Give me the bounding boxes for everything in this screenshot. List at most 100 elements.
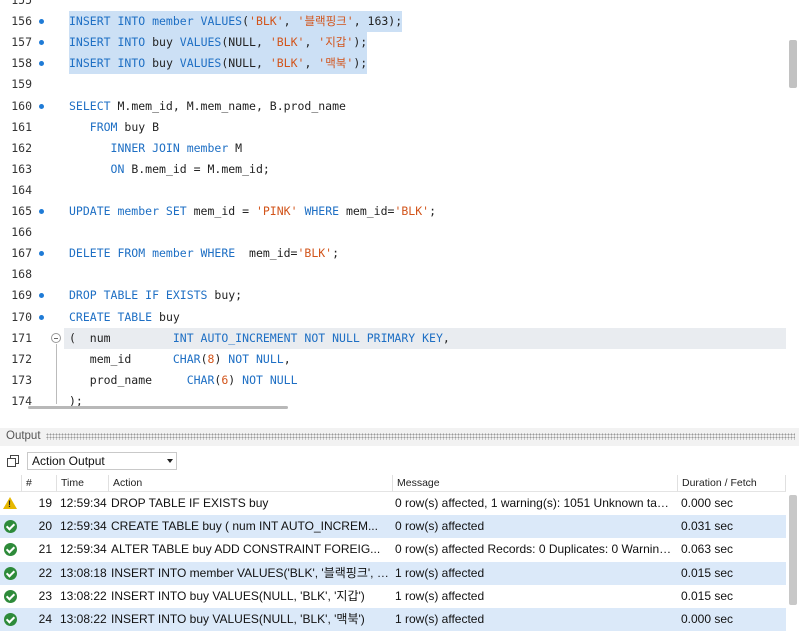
- output-panel-header: Output: [0, 428, 799, 446]
- sql-editor[interactable]: 155 156 INSERT INTO member VALUES('BLK', '…: [0, 0, 799, 410]
- line-number: 159: [11, 77, 32, 92]
- code-text: SELECT M.mem_id, M.mem_name, B.prod_name: [69, 96, 346, 117]
- table-row[interactable]: 20 12:59:34 CREATE TABLE buy ( num INT AUT…: [0, 515, 786, 539]
- sql-keyword: CHAR: [172, 351, 201, 366]
- code-text: FROM buy B: [69, 117, 159, 138]
- editor-scroll-thumb[interactable]: [789, 40, 797, 88]
- cell-action: DROP TABLE IF EXISTS buy: [111, 496, 269, 510]
- sql-keyword: INSERT INTO: [69, 56, 146, 71]
- editor-vertical-scrollbar[interactable]: [786, 0, 799, 410]
- code-line[interactable]: 169 DROP TABLE IF EXISTS buy;: [0, 285, 786, 306]
- statement-marker-icon[interactable]: [39, 209, 44, 214]
- code-line[interactable]: 167 DELETE FROM member WHERE mem_id='BLK'…: [0, 243, 786, 264]
- editor-horizontal-scrollbar[interactable]: [28, 406, 288, 409]
- table-row[interactable]: 24 13:08:22 INSERT INTO buy VALUES(NULL, '…: [0, 608, 786, 631]
- line-number: 164: [11, 182, 32, 197]
- output-resize-grip[interactable]: [46, 433, 795, 440]
- table-row[interactable]: 22 13:08:18 INSERT INTO member VALUES('BLK…: [0, 561, 786, 585]
- sql-text: ,: [283, 14, 298, 29]
- column-header-duration[interactable]: Duration / Fetch: [678, 475, 786, 492]
- column-header-time[interactable]: Time: [57, 475, 109, 492]
- cell-num: 21: [38, 542, 52, 557]
- line-number: 169: [11, 288, 32, 303]
- sql-text: buy: [152, 309, 180, 324]
- code-line[interactable]: 157 INSERT INTO buy VALUES(NULL, 'BLK', '…: [0, 32, 786, 54]
- sql-keyword: INT AUTO_INCREMENT NOT NULL PRIMARY KEY: [172, 330, 443, 345]
- sql-keyword: CHAR: [186, 372, 215, 387]
- code-line[interactable]: 160 SELECT M.mem_id, M.mem_name, B.prod_n…: [0, 96, 786, 117]
- sql-string: 'BLK': [297, 246, 333, 261]
- line-number: 161: [11, 119, 32, 134]
- success-check-icon: [4, 589, 17, 603]
- action-output-table: # Time Action Message Duration / Fetch 1…: [0, 475, 786, 638]
- fold-collapse-icon[interactable]: [51, 332, 61, 343]
- sql-text: ( num: [69, 330, 173, 345]
- output-type-dropdown[interactable]: Action Output: [27, 452, 177, 470]
- sql-keyword: CREATE TABLE: [69, 309, 153, 324]
- statement-marker-icon[interactable]: [39, 40, 44, 46]
- cell-time: 13:08:18: [60, 565, 107, 580]
- success-check-icon: [4, 543, 17, 557]
- code-line[interactable]: 172 mem_id CHAR(8) NOT NULL,: [0, 349, 786, 370]
- code-line[interactable]: 155: [0, 0, 786, 11]
- sql-text: mem_id=: [235, 246, 298, 261]
- sql-string: 'BLK': [269, 35, 305, 50]
- statement-marker-icon[interactable]: [39, 251, 44, 257]
- code-line[interactable]: 166: [0, 222, 786, 243]
- copy-icon[interactable]: [7, 455, 19, 467]
- output-vertical-scrollbar[interactable]: [786, 475, 799, 638]
- sql-keyword: ON: [110, 161, 125, 176]
- column-header-action[interactable]: Action: [109, 475, 393, 492]
- statement-marker-icon[interactable]: [39, 314, 44, 320]
- cell-time: 13:08:22: [60, 612, 107, 626]
- sql-text: ,: [283, 351, 291, 366]
- output-toolbar: Action Output: [0, 446, 799, 474]
- statement-marker-icon[interactable]: [39, 61, 44, 67]
- statement-marker-icon[interactable]: [39, 19, 44, 25]
- code-text: mem_id CHAR(8) NOT NULL,: [69, 349, 291, 370]
- sql-text: B.mem_id = M.mem_id;: [124, 161, 270, 176]
- line-number: 160: [11, 98, 32, 113]
- column-header-number[interactable]: #: [22, 475, 57, 492]
- table-row[interactable]: 19 12:59:34 DROP TABLE IF EXISTS buy 0 row(…: [0, 492, 786, 515]
- code-line[interactable]: 173 prod_name CHAR(6) NOT NULL: [0, 370, 786, 391]
- sql-text: ): [228, 372, 243, 387]
- cell-time: 12:59:34: [60, 496, 107, 510]
- sql-keyword: VALUES: [179, 35, 222, 50]
- sql-keyword: VALUES: [179, 56, 222, 71]
- sql-text: );: [353, 35, 368, 50]
- cell-duration: 0.000 sec: [681, 496, 734, 510]
- code-line[interactable]: 170 CREATE TABLE buy: [0, 307, 786, 328]
- sql-text: buy: [145, 56, 180, 71]
- table-row[interactable]: 23 13:08:22 INSERT INTO buy VALUES(NULL, '…: [0, 585, 786, 608]
- statement-marker-icon[interactable]: [39, 293, 44, 299]
- output-scroll-thumb[interactable]: [789, 495, 797, 605]
- cell-time: 12:59:34: [60, 542, 107, 557]
- output-type-dropdown-value: Action Output: [32, 454, 105, 468]
- cell-message: 1 row(s) affected: [395, 565, 485, 580]
- cell-action: ALTER TABLE buy ADD CONSTRAINT FOREIG...: [111, 542, 381, 557]
- code-line[interactable]: 159: [0, 74, 786, 95]
- code-line[interactable]: 158 INSERT INTO buy VALUES(NULL, 'BLK', '…: [0, 53, 786, 75]
- statement-marker-icon[interactable]: [39, 103, 44, 109]
- line-number: 157: [11, 35, 32, 50]
- cell-message: 0 row(s) affected, 1 warning(s): 1051 Un…: [395, 496, 675, 510]
- column-header-message[interactable]: Message: [393, 475, 678, 492]
- cell-num: 22: [38, 565, 52, 580]
- code-line[interactable]: 171 ( num INT AUTO_INCREMENT NOT NULL PRI…: [0, 327, 786, 404]
- code-line[interactable]: 156 INSERT INTO member VALUES('BLK', '블랙핑…: [0, 11, 786, 33]
- code-line[interactable]: 168: [0, 264, 786, 285]
- code-line[interactable]: 164: [0, 180, 786, 201]
- code-text: ON B.mem_id = M.mem_id;: [69, 159, 270, 180]
- code-line[interactable]: 161 FROM buy B: [0, 117, 786, 138]
- sql-string: 'BLK': [269, 56, 305, 71]
- table-row[interactable]: 21 12:59:34 ALTER TABLE buy ADD CONSTRAINT…: [0, 538, 786, 561]
- code-line[interactable]: 162 INNER JOIN member M: [0, 138, 786, 159]
- sql-text: M.mem_id, M.mem_name, B.prod_name: [110, 98, 346, 113]
- cell-num: 23: [38, 588, 52, 603]
- code-line[interactable]: 163 ON B.mem_id = M.mem_id;: [0, 159, 786, 180]
- code-line[interactable]: 165 UPDATE member SET mem_id = 'PINK' WHE…: [0, 201, 786, 222]
- column-header-status[interactable]: [0, 475, 22, 492]
